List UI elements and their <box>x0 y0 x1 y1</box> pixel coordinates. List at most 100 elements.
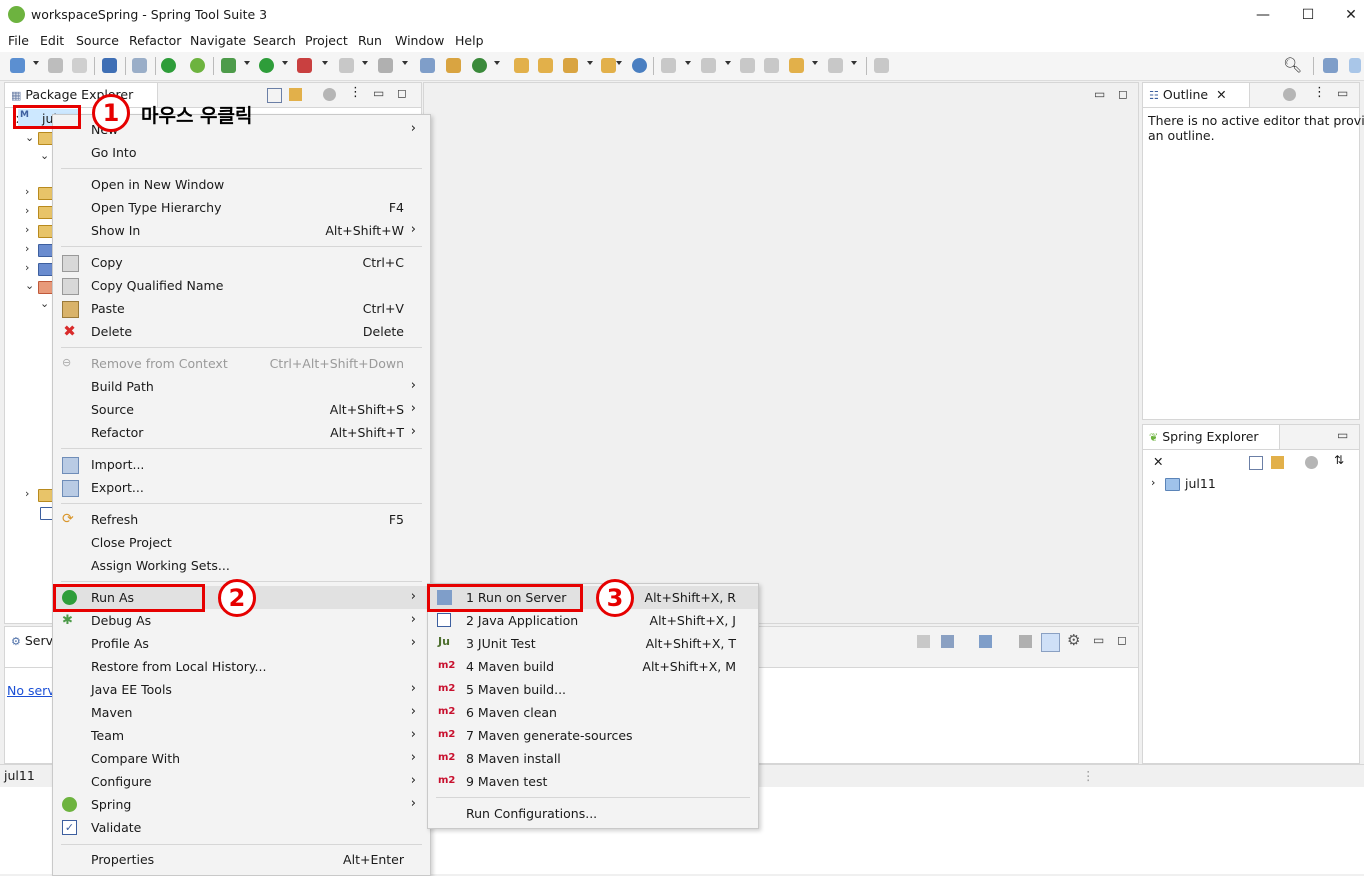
menu-item-go-into[interactable]: Go Into <box>53 141 430 164</box>
menu-item-spring[interactable]: Spring › <box>53 793 430 816</box>
terminal-icon[interactable] <box>102 58 117 73</box>
menu-item-open-new-window[interactable]: Open in New Window <box>53 173 430 196</box>
open-perspective-icon[interactable] <box>1323 58 1338 73</box>
menu-item-open-type-hierarchy[interactable]: Open Type Hierarchy F4 <box>53 196 430 219</box>
no-servers-link[interactable]: No servers <box>7 683 53 698</box>
new-dropdown-icon[interactable] <box>33 61 39 65</box>
globe-icon[interactable] <box>632 58 647 73</box>
run-icon[interactable] <box>259 58 274 73</box>
tree-expand-icon[interactable]: ⌄ <box>40 149 49 162</box>
tree-collapse-icon[interactable]: › <box>25 223 29 236</box>
menu-item-configure[interactable]: Configure › <box>53 770 430 793</box>
search-icon[interactable]: 🔍︎ <box>1283 56 1302 74</box>
new-console-icon[interactable] <box>979 635 992 648</box>
menu-item-copy[interactable]: Copy Ctrl+C <box>53 251 430 274</box>
minimize-view-icon[interactable]: ▭ <box>1093 633 1104 647</box>
run-dropdown-icon[interactable] <box>282 61 288 65</box>
minimize-view-icon[interactable]: ▭ <box>1337 428 1348 442</box>
debug-icon[interactable] <box>221 58 236 73</box>
skip-breakpoints-icon[interactable] <box>132 58 147 73</box>
focus-task-icon[interactable] <box>323 88 336 101</box>
menu-item-assign-working-sets[interactable]: Assign Working Sets... <box>53 554 430 577</box>
tree-expand-icon[interactable]: ⌄ <box>40 297 49 310</box>
boot-dashboard-icon[interactable] <box>161 58 176 73</box>
menu-item-team[interactable]: Team › <box>53 724 430 747</box>
minimize-editor-icon[interactable]: ▭ <box>1094 87 1105 101</box>
menu-item-build-path[interactable]: Build Path › <box>53 375 430 398</box>
menu-item-refactor[interactable]: Refactor Alt+Shift+T › <box>53 421 430 444</box>
console-icon[interactable] <box>941 635 954 648</box>
maximize-editor-icon[interactable]: ◻ <box>1118 87 1128 101</box>
new-java-package-icon[interactable] <box>420 58 435 73</box>
menu-item-refresh[interactable]: ⟳ Refresh F5 <box>53 508 430 531</box>
sort-icon[interactable]: ⇅ <box>1334 453 1344 467</box>
copy-icon[interactable] <box>1019 635 1032 648</box>
tree-expand-icon[interactable]: ⌄ <box>25 131 34 144</box>
collapse-all-icon[interactable] <box>1249 456 1263 470</box>
open-type-icon[interactable] <box>514 58 529 73</box>
menu-item-close-project[interactable]: Close Project <box>53 531 430 554</box>
close-tab-icon[interactable]: ✕ <box>1153 454 1163 469</box>
menu-search[interactable]: Search <box>253 33 296 48</box>
java-ee-perspective-icon[interactable] <box>1349 58 1361 73</box>
menu-item-import[interactable]: Import... <box>53 453 430 476</box>
forward-dropdown-icon[interactable] <box>851 61 857 65</box>
tree-collapse-icon[interactable]: › <box>25 185 29 198</box>
collapse-all-icon[interactable] <box>267 88 282 103</box>
menu-item-validate[interactable]: ✓ Validate <box>53 816 430 839</box>
menu-project[interactable]: Project <box>305 33 348 48</box>
external-tools-dropdown-icon[interactable] <box>322 61 328 65</box>
tree-collapse-icon[interactable]: › <box>1151 476 1155 489</box>
forward-icon[interactable] <box>828 58 843 73</box>
gear-icon[interactable]: ⚙ <box>1067 631 1080 649</box>
spring-icon[interactable] <box>190 58 205 73</box>
submenu-item-run-configurations[interactable]: Run Configurations... <box>428 802 758 825</box>
view-menu-icon[interactable]: ⋮ <box>349 85 362 100</box>
open-resource-dropdown-icon[interactable] <box>616 61 622 65</box>
close-button[interactable]: ✕ <box>1340 4 1362 26</box>
new-icon[interactable] <box>10 58 25 73</box>
menu-help[interactable]: Help <box>455 33 484 48</box>
menu-item-show-in[interactable]: Show In Alt+Shift+W › <box>53 219 430 242</box>
back-dropdown-icon[interactable] <box>812 61 818 65</box>
new-java-class-icon[interactable] <box>446 58 461 73</box>
minimize-button[interactable]: — <box>1252 4 1274 26</box>
tab-package-explorer[interactable]: ▦ Package Explorer ✕ <box>5 83 158 127</box>
last-edit-icon[interactable] <box>740 58 755 73</box>
spring-explorer-project[interactable]: jul11 <box>1185 476 1216 491</box>
tree-collapse-icon[interactable]: › <box>25 242 29 255</box>
search-tool-dropdown-icon[interactable] <box>587 61 593 65</box>
submenu-item-maven-build[interactable]: m2 4 Maven build Alt+Shift+X, M <box>428 655 758 678</box>
menu-item-java-ee-tools[interactable]: Java EE Tools › <box>53 678 430 701</box>
menu-item-maven[interactable]: Maven › <box>53 701 430 724</box>
menu-window[interactable]: Window <box>395 33 444 48</box>
external-tools-icon[interactable] <box>297 58 312 73</box>
tree-collapse-icon[interactable]: › <box>25 204 29 217</box>
debug-dropdown-icon[interactable] <box>244 61 250 65</box>
tree-collapse-icon[interactable]: › <box>25 261 29 274</box>
maximize-view-icon[interactable]: ◻ <box>1117 633 1127 647</box>
maximize-button[interactable]: ☐ <box>1297 4 1319 26</box>
link-with-editor-icon[interactable] <box>289 88 302 101</box>
submenu-item-maven-generate-sources[interactable]: m2 7 Maven generate-sources <box>428 724 758 747</box>
previous-annotation-icon[interactable] <box>701 58 716 73</box>
focus-task-icon[interactable] <box>1283 88 1296 101</box>
stop-icon[interactable] <box>339 58 354 73</box>
next-annotation-icon[interactable] <box>661 58 676 73</box>
previous-annotation-dropdown-icon[interactable] <box>725 61 731 65</box>
open-task-icon[interactable] <box>538 58 553 73</box>
menu-item-restore-history[interactable]: Restore from Local History... <box>53 655 430 678</box>
next-annotation-dropdown-icon[interactable] <box>685 61 691 65</box>
save-all-icon[interactable] <box>72 58 87 73</box>
stop-dropdown-icon[interactable] <box>362 61 368 65</box>
view-menu-icon[interactable]: ⋮ <box>1313 85 1326 100</box>
tree-collapse-icon[interactable]: › <box>25 487 29 500</box>
tab-spring-explorer[interactable]: ❦ Spring Explorer ✕ <box>1143 425 1280 469</box>
menu-item-paste[interactable]: Paste Ctrl+V <box>53 297 430 320</box>
menu-refactor[interactable]: Refactor <box>129 33 181 48</box>
menu-item-delete[interactable]: ✖ Delete Delete <box>53 320 430 343</box>
edit-location-icon[interactable] <box>764 58 779 73</box>
menu-edit[interactable]: Edit <box>40 33 64 48</box>
menu-item-compare-with[interactable]: Compare With › <box>53 747 430 770</box>
new-spring-dropdown-icon[interactable] <box>494 61 500 65</box>
